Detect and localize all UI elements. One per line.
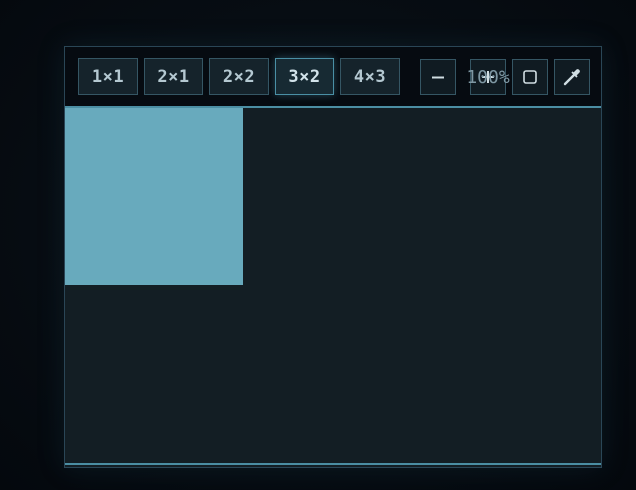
minus-icon <box>432 76 444 79</box>
grid-canvas[interactable] <box>65 108 601 465</box>
zoom-in-button[interactable] <box>470 59 506 95</box>
eyedropper-icon <box>563 69 580 86</box>
layout-1x1-button[interactable]: 1×1 <box>78 58 138 95</box>
layout-2x2-button[interactable]: 2×2 <box>209 58 269 95</box>
app-background: 1×1 2×1 2×2 3×2 4×3 100% <box>0 0 636 490</box>
plus-icon <box>482 71 494 83</box>
square-icon <box>523 70 537 84</box>
layout-2x1-button[interactable]: 2×1 <box>144 58 203 95</box>
editor-panel: 1×1 2×1 2×2 3×2 4×3 100% <box>64 46 602 468</box>
zoom-out-button[interactable] <box>420 59 456 95</box>
layout-4x3-button[interactable]: 4×3 <box>340 58 400 95</box>
eyedropper-tool-button[interactable] <box>554 59 590 95</box>
square-tool-button[interactable] <box>512 59 548 95</box>
toolbar: 1×1 2×1 2×2 3×2 4×3 100% <box>65 47 601 108</box>
layout-3x2-button[interactable]: 3×2 <box>275 58 334 95</box>
grid-cell-selected[interactable] <box>65 108 243 285</box>
